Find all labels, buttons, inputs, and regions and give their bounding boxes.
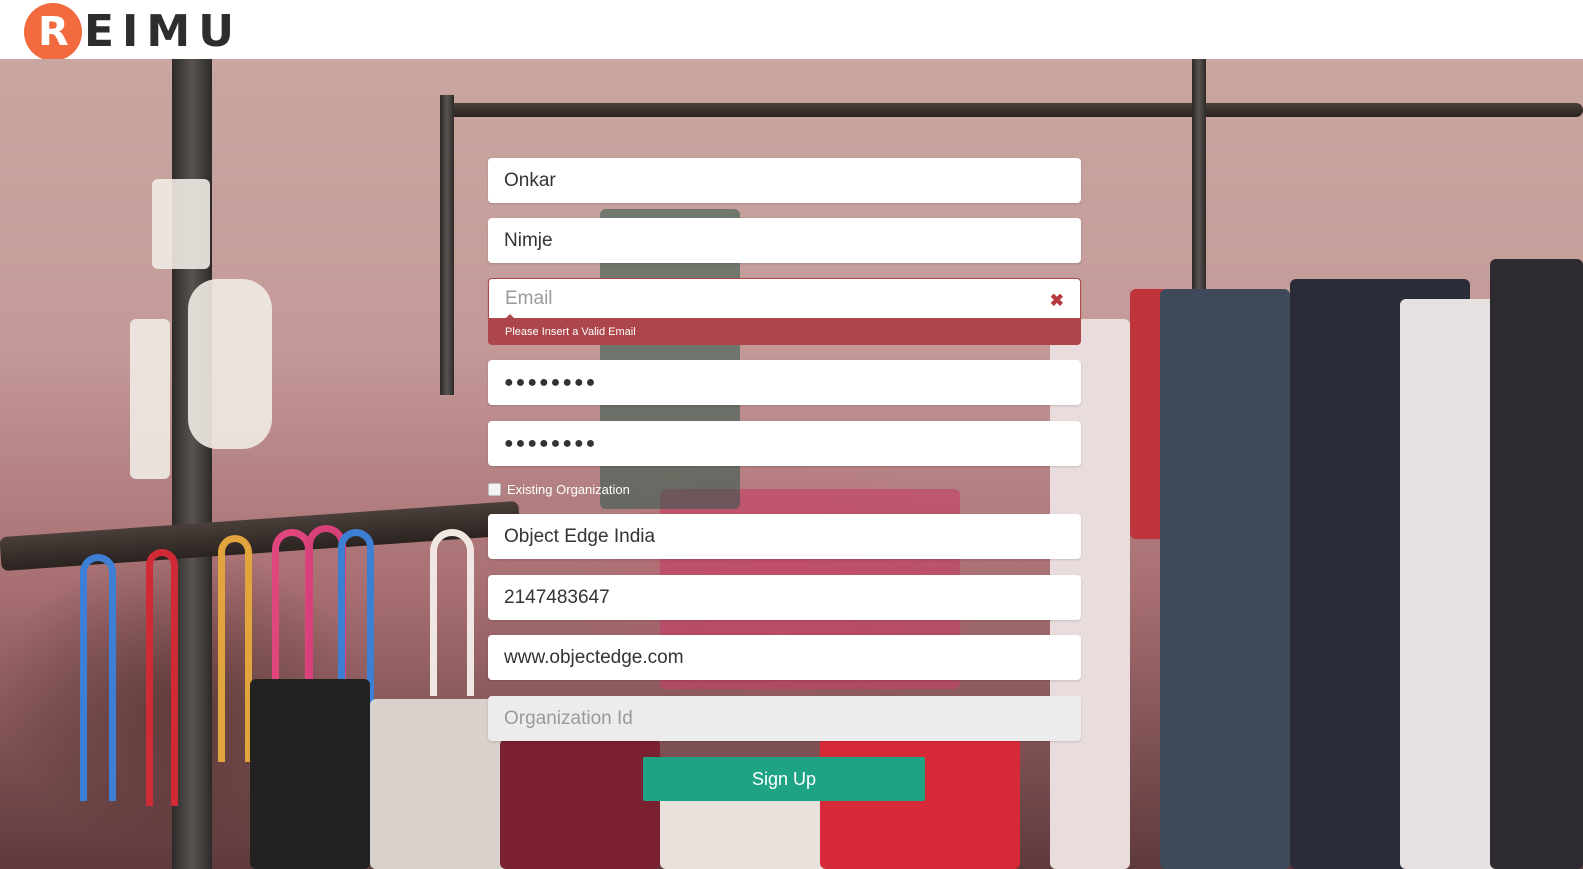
garment (250, 679, 370, 869)
error-arrow-icon (504, 314, 516, 320)
first-name-value: Onkar (504, 169, 556, 191)
price-tag (188, 279, 272, 449)
hanger (218, 535, 252, 762)
existing-organization-checkbox[interactable] (488, 483, 501, 496)
password-dots: ●●●●●●●● (504, 373, 598, 391)
website-input[interactable]: www.objectedge.com (488, 635, 1081, 680)
hanger (146, 549, 178, 806)
clothes-rail-top (440, 103, 1583, 117)
phone-input[interactable]: 2147483647 (488, 575, 1081, 620)
reimu-logo[interactable]: R EIMU (24, 3, 242, 61)
garment (1160, 289, 1290, 869)
times-icon: ✖ (1049, 291, 1064, 310)
website-value: www.objectedge.com (504, 646, 684, 668)
logo-letter: R (38, 9, 69, 55)
organization-name-input[interactable]: Object Edge India (488, 514, 1081, 559)
rail-post (440, 95, 454, 395)
confirm-password-dots: ●●●●●●●● (504, 434, 598, 452)
email-error-message: Please Insert a Valid Email (488, 314, 1081, 345)
logo-mark: R (24, 3, 82, 61)
sign-up-label: Sign Up (751, 768, 817, 789)
first-name-input[interactable]: Onkar (488, 158, 1081, 203)
garment (1490, 259, 1583, 869)
email-input[interactable]: Email ✖ (488, 278, 1081, 319)
email-error-text: Please Insert a Valid Email (505, 326, 636, 338)
last-name-input[interactable]: Nimje (488, 218, 1081, 263)
top-header: R EIMU (0, 0, 1583, 61)
existing-organization-row[interactable]: Existing Organization (488, 482, 630, 497)
password-input[interactable]: ●●●●●●●● (488, 360, 1081, 405)
last-name-value: Nimje (504, 229, 553, 251)
existing-organization-label: Existing Organization (507, 482, 630, 497)
hanger (80, 554, 116, 801)
rail-post-right (1192, 59, 1206, 319)
hanger (430, 529, 474, 696)
garment (500, 739, 660, 869)
logo-text: EIMU (84, 6, 242, 57)
price-tag (130, 319, 170, 479)
confirm-password-input[interactable]: ●●●●●●●● (488, 421, 1081, 466)
organization-id-placeholder: Organization Id (504, 707, 633, 729)
organization-name-value: Object Edge India (504, 525, 656, 547)
price-tag (152, 179, 210, 269)
sign-up-button[interactable]: Sign Up (643, 757, 925, 801)
phone-value: 2147483647 (504, 586, 610, 608)
email-placeholder: Email (505, 287, 553, 309)
organization-id-input: Organization Id (488, 696, 1081, 741)
